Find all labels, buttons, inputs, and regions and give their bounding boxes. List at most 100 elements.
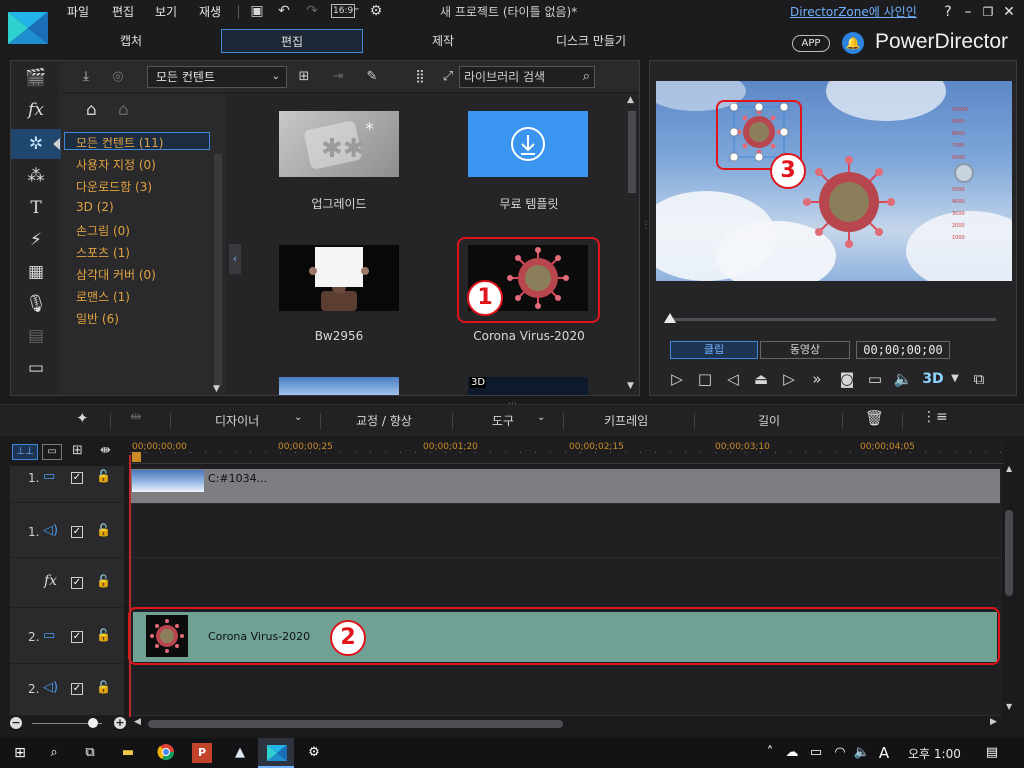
lock-icon[interactable]: 🔓 [96,574,111,588]
category-sports[interactable]: 스포츠 (1) [76,244,130,261]
volume-icon[interactable]: 🔈 [852,743,872,763]
fit-timeline-icon[interactable]: ⇼ [100,443,111,458]
transition-room-icon[interactable]: ⚡ [23,227,49,253]
trash-icon[interactable]: 🗑 [865,409,884,427]
search-icon[interactable]: ⌕ [583,67,590,87]
media-room-icon[interactable]: 🎬 [23,65,49,91]
collapse-pane-button[interactable]: ‹ [229,244,241,274]
powerpoint-icon[interactable]: P [192,743,212,763]
export-template-icon[interactable]: ⇥ [328,67,348,87]
split-icon[interactable]: ⏏ [750,368,772,390]
bell-icon[interactable]: 🔔 [842,32,864,54]
remove-tag-icon[interactable]: ⌂ [118,100,129,120]
track-enable-checkbox[interactable]: ✓ [71,526,83,538]
next-frame-icon[interactable]: ▷ [778,368,800,390]
library-item-partial-3d[interactable]: 3D [468,377,588,395]
expand-icon[interactable]: ⤢ [438,67,458,87]
add-tag-icon[interactable]: ⌂ [86,100,97,120]
title-room-icon[interactable]: T [23,195,49,221]
bw2956-thumbnail[interactable] [279,245,399,311]
track-lane-audio-2[interactable] [130,664,1002,716]
particle-room-icon[interactable]: ✲ [23,131,49,157]
track-enable-checkbox[interactable]: ✓ [71,683,83,695]
track-header-audio-1[interactable]: 1. ◁) ✓ 🔓 [10,503,124,558]
playhead-line[interactable] [129,455,131,717]
powerdirector-taskbar-icon[interactable] [267,745,287,761]
category-scrollbar[interactable] [214,154,222,386]
task-view-icon[interactable]: ⧉ [80,743,100,763]
add-template-icon[interactable]: ⊞ [294,67,314,87]
windows-start-icon[interactable]: ⊞ [10,743,30,763]
help-button[interactable]: ? [938,2,958,22]
keyframe-button[interactable]: 키프레임 [604,412,648,429]
notification-icon[interactable]: ▤ [982,743,1002,763]
chevron-down-icon[interactable]: ⌄ [294,412,302,423]
undo-icon[interactable]: ↶ [275,2,293,20]
playhead-marker[interactable] [132,452,141,462]
scroll-up-icon[interactable]: ▲ [1006,464,1012,473]
pencil-icon[interactable]: ✎ [362,67,382,87]
settings-gear-icon[interactable]: ⚙ [304,743,324,763]
category-general[interactable]: 일반 (6) [76,310,119,327]
3d-mode-button[interactable]: 3D [922,368,944,390]
track-enable-checkbox[interactable]: ✓ [71,472,83,484]
timeline-ruler[interactable]: 00;00;00;00 00;00;00;25 00;00;01;20 00;0… [130,440,1004,464]
playback-progress-track[interactable] [668,318,996,321]
fast-forward-icon[interactable]: » [806,368,828,390]
search-icon[interactable]: ⌕ [44,743,64,763]
fix-enhance-button[interactable]: 교정 / 향상 [356,412,412,429]
audio-mixing-icon[interactable]: 🎙 [23,291,49,317]
lock-icon[interactable]: 🔓 [96,469,111,483]
storyboard-view-icon[interactable]: ▭ [42,444,62,460]
virus-overlay[interactable] [802,155,896,249]
track-lane-fx[interactable] [130,558,1002,608]
splitter-handle-icon[interactable]: ⋯ [508,399,517,409]
timeline-view-icon[interactable]: ⊥⊥ [12,444,38,460]
subtitle-room-icon[interactable]: ▭ [23,355,49,381]
scroll-down-icon[interactable]: ▼ [1006,702,1012,711]
category-hand-drawn[interactable]: 손그림 (0) [76,222,130,239]
grid-view-icon[interactable]: ⣿ [410,67,430,87]
ime-indicator[interactable]: A [874,743,894,763]
track-header-audio-2[interactable]: 2. ◁) ✓ 🔓 [10,664,124,716]
scroll-up-icon[interactable]: ▲ [627,95,634,105]
close-icon[interactable]: ✕ [999,2,1019,22]
chapter-room-icon[interactable]: ▤ [23,323,49,349]
timeline-horizontal-scrollbar[interactable] [148,720,563,728]
subtitle-icon[interactable]: ▭ [864,368,886,390]
scroll-left-icon[interactable]: ◀ [134,717,141,727]
gear-icon[interactable]: ⚙ [367,2,385,20]
category-downloaded[interactable]: 다운로드함 (3) [76,178,152,195]
chevron-down-icon[interactable]: ▼ [944,368,966,390]
library-search-input[interactable]: 라이브러리 검색 ⌕ [459,66,595,88]
lock-icon[interactable]: 🔓 [96,680,111,694]
tab-produce[interactable]: 제작 [372,29,514,53]
free-templates-thumbnail[interactable] [468,111,588,177]
redo-icon[interactable]: ↷ [303,2,321,20]
movie-mode-button[interactable]: 동영상 [760,341,850,359]
scroll-right-icon[interactable]: ▶ [990,717,997,727]
chrome-icon[interactable] [156,743,176,763]
menu-view[interactable]: 보기 [155,3,177,20]
tab-create-disc[interactable]: 디스크 만들기 [520,29,662,53]
track-header-fx[interactable]: fx ✓ 🔓 [10,558,124,608]
menu-playback[interactable]: 재생 [199,3,221,20]
play-icon[interactable]: ▷ [666,368,688,390]
category-all-content[interactable]: 모든 컨텐트 (11) [76,134,163,151]
upgrade-thumbnail[interactable]: ✱✱ * [279,111,399,177]
app-badge[interactable]: APP [792,35,830,52]
track-lane-audio-1[interactable] [130,504,1002,558]
library-item-partial[interactable] [279,377,399,395]
undock-icon[interactable]: ⧉ [968,368,990,390]
track-enable-checkbox[interactable]: ✓ [71,631,83,643]
timeline-vertical-scrollbar[interactable] [1005,510,1013,596]
tools-menu[interactable]: 도구 [492,412,514,429]
zoom-slider-knob[interactable] [88,718,98,728]
menu-file[interactable]: 파일 [67,3,89,20]
duration-button[interactable]: 길이 [758,412,780,429]
cloud-icon[interactable]: ☁ [782,743,802,763]
more-features-icon[interactable]: ⋮≡ [922,409,948,425]
clip-mode-button[interactable]: 클립 [670,341,758,359]
aspect-chevron-icon[interactable]: ⌄ [353,3,361,13]
lock-icon[interactable]: 🔓 [96,628,111,642]
